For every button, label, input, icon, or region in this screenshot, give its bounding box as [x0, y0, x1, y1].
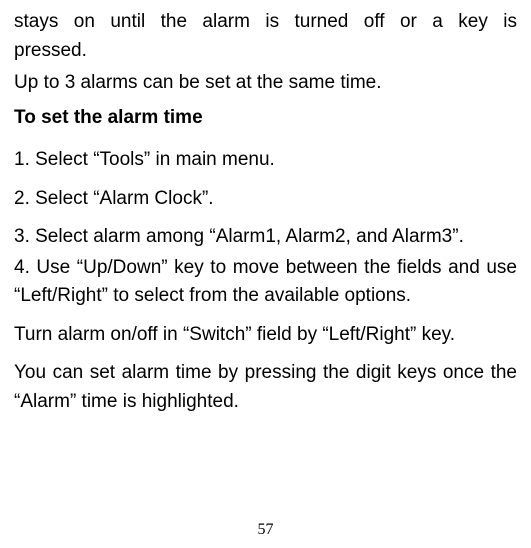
section-heading: To set the alarm time	[14, 104, 517, 133]
intro-line-3: Up to 3 alarms can be set at the same ti…	[14, 69, 517, 98]
step-3: 3. Select alarm among “Alarm1, Alarm2, a…	[14, 223, 517, 252]
intro-line-1: stays on until the alarm is turned off o…	[14, 8, 517, 37]
step-4: 4. Use “Up/Down” key to move between the…	[14, 254, 517, 311]
step-2: 2. Select “Alarm Clock”.	[14, 185, 517, 214]
page-number: 57	[0, 518, 531, 542]
note-2: You can set alarm time by pressing the d…	[14, 359, 517, 416]
note-1: Turn alarm on/off in “Switch” field by “…	[14, 321, 517, 350]
intro-line-2: pressed.	[14, 37, 517, 66]
step-1: 1. Select “Tools” in main menu.	[14, 146, 517, 175]
